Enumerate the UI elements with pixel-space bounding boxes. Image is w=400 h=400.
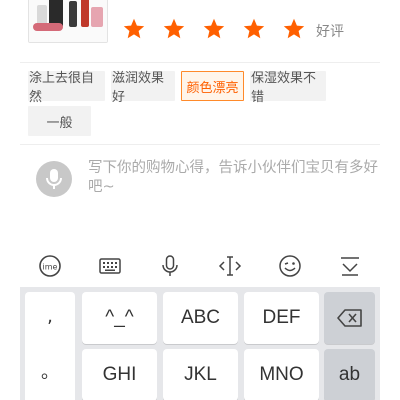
star-icon[interactable] xyxy=(234,14,274,44)
key-mno[interactable]: MNO xyxy=(244,349,319,400)
ime-logo-icon[interactable]: ime xyxy=(36,252,64,280)
collapse-keyboard-icon[interactable] xyxy=(336,252,364,280)
key-ab[interactable]: ab xyxy=(324,349,375,400)
key-ghi[interactable]: GHI xyxy=(82,349,157,400)
key-abc[interactable]: ABC xyxy=(163,292,238,344)
keyboard: , 。 ^_^ ABC DEF GHI JKL MNO ab xyxy=(20,287,380,400)
keyboard-icon[interactable] xyxy=(96,252,124,280)
comment-input[interactable]: 写下你的购物心得，告诉小伙伴们宝贝有多好吧~ xyxy=(88,159,378,197)
star-icon[interactable] xyxy=(114,14,154,44)
emoji-icon[interactable] xyxy=(276,252,304,280)
tag-average[interactable]: 一般 xyxy=(28,106,91,136)
punctuation-column[interactable]: , 。 xyxy=(25,292,75,400)
star-rating[interactable] xyxy=(114,14,314,44)
punct-comma[interactable]: , xyxy=(25,306,75,327)
key-emoticon[interactable]: ^_^ xyxy=(82,292,157,344)
voice-input-button[interactable] xyxy=(36,161,72,197)
cursor-move-icon[interactable] xyxy=(216,252,244,280)
backspace-icon xyxy=(336,309,362,327)
key-def[interactable]: DEF xyxy=(244,292,319,344)
star-icon[interactable] xyxy=(154,14,194,44)
svg-text:ime: ime xyxy=(43,263,58,272)
mic-icon xyxy=(46,169,62,189)
delete-key[interactable] xyxy=(324,292,375,344)
star-icon[interactable] xyxy=(194,14,234,44)
tag-natural[interactable]: 涂上去很自然 xyxy=(28,71,105,105)
tag-moisturizing[interactable]: 滋润效果好 xyxy=(111,71,175,105)
review-page: 好评 涂上去很自然 滋润效果好 颜色漂亮 保湿效果不错 一般 写下你的购物心得，… xyxy=(0,0,400,400)
star-icon[interactable] xyxy=(274,14,314,44)
rating-label: 好评 xyxy=(316,24,344,40)
divider xyxy=(20,62,380,63)
divider xyxy=(20,144,380,145)
tag-pretty-color[interactable]: 颜色漂亮 xyxy=(181,71,244,101)
mic-icon[interactable] xyxy=(156,252,184,280)
product-thumbnail xyxy=(28,0,108,43)
keyboard-toolbar: ime xyxy=(0,246,400,286)
key-jkl[interactable]: JKL xyxy=(163,349,238,400)
punct-period[interactable]: 。 xyxy=(25,358,75,384)
tag-hydrating[interactable]: 保湿效果不错 xyxy=(250,71,326,105)
